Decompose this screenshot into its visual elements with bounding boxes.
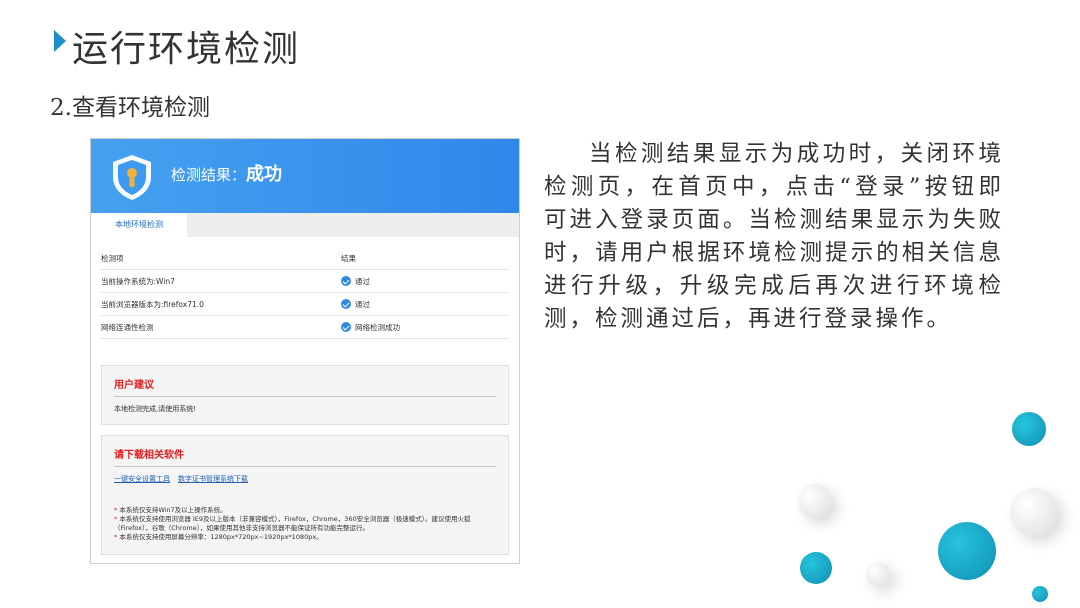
row-result: 通过 xyxy=(341,299,370,310)
check-table: 检测项 结果 当前操作系统为:Win7 通过 当前浏览器版本为:firefox7… xyxy=(91,247,509,339)
user-advice-panel: 用户建议 本地检测完成,请使用系统! xyxy=(101,365,509,425)
support-notes: * 本系统仅支持Win7及以上操作系统。 * 本系统仅支持使用浏览器 IE9及以… xyxy=(114,506,504,542)
download-title: 请下载相关软件 xyxy=(114,450,184,461)
row-item: 当前浏览器版本为:firefox71.0 xyxy=(101,300,204,309)
download-panel: 请下载相关软件 一键安全设置工具 数字证书管理系统下载 * 本系统仅支持Win7及… xyxy=(101,435,509,555)
result-label: 检测结果：成功 xyxy=(171,163,282,187)
tab-local-environment-check[interactable]: 本地环境检测 xyxy=(91,213,187,237)
decorative-bubble xyxy=(938,522,996,580)
row-result-text: 通过 xyxy=(355,300,370,309)
check-circle-icon xyxy=(341,322,351,332)
row-item: 当前操作系统为:Win7 xyxy=(101,277,175,286)
column-header-result: 结果 xyxy=(341,254,356,263)
shield-keyhole-icon xyxy=(113,155,151,200)
column-header-item: 检测项 xyxy=(101,254,124,263)
table-row: 当前操作系统为:Win7 通过 xyxy=(101,270,509,293)
certificate-download-link[interactable]: 数字证书管理系统下载 xyxy=(178,475,248,483)
result-label-text: 检测结果： xyxy=(171,166,247,184)
page-title: 运行环境检测 xyxy=(72,29,301,70)
decorative-bubble xyxy=(1032,586,1048,602)
table-header-row: 检测项 结果 xyxy=(101,247,509,270)
decorative-bubble xyxy=(800,552,832,584)
user-advice-text: 本地检测完成,请使用系统! xyxy=(114,405,197,413)
description-paragraph: 当检测结果显示为成功时，关闭环境检测页，在首页中，点击“登录”按钮即可进入登录页… xyxy=(544,141,1004,332)
environment-check-screenshot: 检测结果：成功 本地环境检测 检测项 结果 当前操作系统为:Win7 通过 当前… xyxy=(90,138,520,564)
result-header: 检测结果：成功 xyxy=(91,139,519,213)
decorative-bubble xyxy=(866,562,890,586)
row-result-text: 通过 xyxy=(355,277,370,286)
decorative-bubble xyxy=(798,484,832,518)
note-line: * 本系统仅支持使用屏幕分辨率：1280px*720px~1920px*1080… xyxy=(114,533,323,541)
download-links: 一键安全设置工具 数字证书管理系统下载 xyxy=(114,474,256,484)
row-result: 通过 xyxy=(341,276,370,287)
title-marker-icon xyxy=(54,30,66,52)
tab-bar: 本地环境检测 xyxy=(91,213,519,237)
row-result: 网络检测成功 xyxy=(341,322,400,333)
security-tool-link[interactable]: 一键安全设置工具 xyxy=(114,475,170,483)
table-row: 当前浏览器版本为:firefox71.0 通过 xyxy=(101,293,509,316)
section-subtitle: 2.查看环境检测 xyxy=(50,95,210,121)
divider xyxy=(114,396,496,397)
row-result-text: 网络检测成功 xyxy=(355,323,400,332)
user-advice-title: 用户建议 xyxy=(114,380,154,391)
check-circle-icon xyxy=(341,299,351,309)
decorative-bubble xyxy=(1010,488,1058,536)
row-item: 网络连通性检测 xyxy=(101,323,154,332)
decorative-bubble xyxy=(1012,412,1046,446)
check-circle-icon xyxy=(341,276,351,286)
result-value: 成功 xyxy=(246,164,283,185)
table-row: 网络连通性检测 网络检测成功 xyxy=(101,316,509,339)
note-line: * 本系统仅支持使用浏览器 IE9及以上版本（非兼容模式），Firefox，Ch… xyxy=(114,515,471,532)
note-line: * 本系统仅支持Win7及以上操作系统。 xyxy=(114,506,227,514)
divider xyxy=(114,466,496,467)
